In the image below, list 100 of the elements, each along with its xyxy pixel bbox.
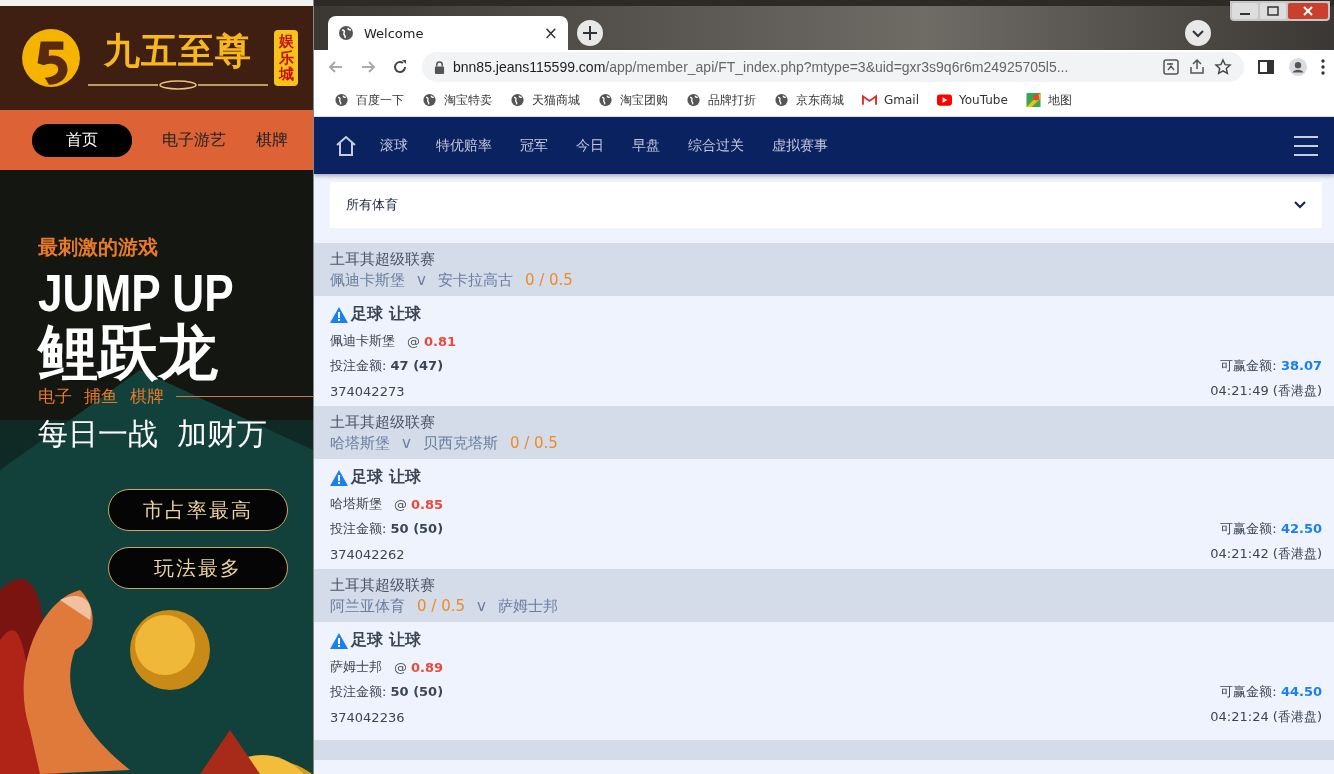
bookmark-item[interactable]: 品牌打折 — [686, 91, 756, 109]
app-nav-item[interactable]: 滚球 — [380, 136, 408, 155]
at-sign: @ — [407, 333, 420, 349]
share-icon[interactable] — [1188, 58, 1206, 76]
bookmark-item[interactable]: 天猫商城 — [510, 91, 580, 109]
banner-title: 鲤跃龙 — [38, 319, 218, 385]
handicap-value: 0 / 0.5 — [524, 271, 573, 290]
team-name: 萨姆士邦 — [497, 597, 558, 616]
address-bar[interactable]: bnn85.jeans115599.com/app/member_api/FT_index.php?mtype=3&uid=gxr3s9q6r6m24925705l5... — [422, 52, 1244, 82]
selection-name: 哈塔斯堡 — [330, 495, 382, 513]
team-name: 阿兰亚体育 — [330, 597, 405, 616]
close-icon[interactable]: × — [543, 23, 558, 43]
globe-icon — [334, 93, 349, 107]
mail-icon — [862, 93, 877, 107]
at-sign: @ — [394, 496, 407, 512]
app-nav-item[interactable]: 综合过关 — [688, 136, 744, 155]
handicap-value: 0 / 0.5 — [417, 597, 465, 616]
sport-select[interactable]: 所有体育 — [330, 182, 1322, 228]
bookmark-item[interactable]: 地图 — [1025, 91, 1072, 109]
warning-icon — [330, 469, 348, 486]
app-nav-item[interactable]: 虚拟赛事 — [772, 136, 828, 155]
new-tab-icon[interactable] — [576, 19, 604, 47]
versus-label: v — [477, 597, 486, 616]
globe-icon — [510, 93, 525, 107]
globe-icon — [338, 25, 354, 41]
star-icon[interactable] — [1214, 58, 1232, 76]
translate-icon[interactable] — [1162, 58, 1180, 76]
banner-headline: JUMP UP — [38, 267, 234, 319]
lock-icon — [434, 60, 445, 74]
stake-text: 投注金额: 47 (47) — [330, 357, 444, 375]
odds-value: 0.85 — [411, 496, 444, 512]
selection-name: 萨姆士邦 — [330, 658, 382, 676]
banner-button[interactable]: 市占率最高 — [108, 489, 288, 531]
bookmark-item[interactable]: YouTube — [937, 93, 1008, 107]
minimize-icon[interactable] — [1232, 3, 1258, 19]
chevron-down-icon[interactable] — [1184, 19, 1212, 47]
warning-icon — [330, 306, 348, 323]
chevron-down-icon — [1294, 201, 1306, 209]
logo-icon — [20, 27, 82, 89]
bookmark-item[interactable]: 淘宝团购 — [598, 91, 668, 109]
stake-text: 投注金额: 50 (50) — [330, 683, 444, 701]
bookmark-item[interactable]: 京东商城 — [774, 91, 844, 109]
odds-value: 0.89 — [411, 659, 444, 675]
app-nav-item[interactable]: 冠军 — [520, 136, 548, 155]
at-sign: @ — [394, 659, 407, 675]
app-nav-item[interactable]: 早盘 — [632, 136, 660, 155]
team-name: 佩迪卡斯堡 — [330, 271, 405, 290]
odds-value: 0.81 — [424, 333, 457, 349]
app-nav-item[interactable]: 特优赔率 — [436, 136, 492, 155]
banner-tag: 棋牌 — [130, 385, 164, 408]
league-name: 土耳其超级联赛 — [330, 250, 436, 269]
app-nav-item[interactable]: 今日 — [576, 136, 604, 155]
globe-icon — [422, 93, 437, 107]
ticket-number: 374042236 — [330, 709, 405, 725]
logo-title: 九五至尊 — [104, 28, 252, 73]
bet-time: 04:21:49 (香港盘) — [1210, 382, 1322, 400]
ticket-number: 374042273 — [330, 383, 405, 399]
team-name: 安卡拉高古 — [437, 271, 513, 290]
home-icon[interactable] — [334, 133, 358, 158]
stake-text: 投注金额: 50 (50) — [330, 520, 444, 538]
warning-icon — [330, 632, 348, 649]
league-name: 土耳其超级联赛 — [330, 576, 436, 595]
site-nav-item[interactable]: 电子游艺 — [162, 123, 226, 157]
menu-icon[interactable] — [1294, 134, 1318, 157]
profile-icon[interactable] — [1288, 57, 1308, 77]
versus-label: v — [417, 271, 426, 290]
close-icon[interactable] — [1288, 3, 1328, 19]
payout-text: 可赢金额: 38.07 — [1220, 357, 1322, 375]
bet-type: 足球 让球 — [351, 630, 421, 651]
payout-text: 可赢金额: 44.50 — [1220, 683, 1322, 701]
map-pin-icon — [1025, 93, 1041, 107]
bookmark-item[interactable]: 淘宝特卖 — [422, 91, 492, 109]
bookmark-item[interactable]: 百度一下 — [334, 91, 404, 109]
site-nav-item[interactable]: 首页 — [32, 123, 132, 157]
banner-tag: 捕鱼 — [84, 385, 118, 408]
tab-title: Welcome — [364, 25, 425, 41]
bookmark-item[interactable]: Gmail — [862, 93, 919, 107]
maximize-icon[interactable] — [1260, 3, 1286, 19]
bet-time: 04:21:24 (香港盘) — [1210, 708, 1322, 726]
site-nav-item[interactable]: 棋牌 — [256, 123, 288, 157]
bet-type: 足球 让球 — [351, 467, 421, 488]
bet-time: 04:21:42 (香港盘) — [1210, 545, 1322, 563]
banner-kicker: 最刺激的游戏 — [38, 234, 158, 261]
banner-tag: 电子 — [38, 385, 72, 408]
bet-type: 足球 让球 — [351, 304, 421, 325]
globe-icon — [686, 93, 701, 107]
league-name: 土耳其超级联赛 — [330, 413, 436, 432]
more-icon[interactable] — [1320, 57, 1326, 77]
team-name: 哈塔斯堡 — [330, 434, 390, 453]
banner-button[interactable]: 玩法最多 — [108, 547, 288, 589]
url-text: bnn85.jeans115599.com/app/member_api/FT_index.php?mtype=3&uid=gxr3s9q6r6m24925705l5... — [453, 59, 1070, 75]
browser-tab[interactable]: Welcome × — [328, 16, 568, 50]
globe-icon — [774, 93, 789, 107]
selection-name: 佩迪卡斯堡 — [330, 332, 395, 350]
team-name: 贝西克塔斯 — [422, 434, 498, 453]
logo-badge: 娱乐城 — [274, 30, 298, 86]
side-panel-icon[interactable] — [1256, 57, 1276, 77]
ticket-number: 374042262 — [330, 546, 405, 562]
versus-label: v — [402, 434, 411, 453]
globe-icon — [598, 93, 613, 107]
